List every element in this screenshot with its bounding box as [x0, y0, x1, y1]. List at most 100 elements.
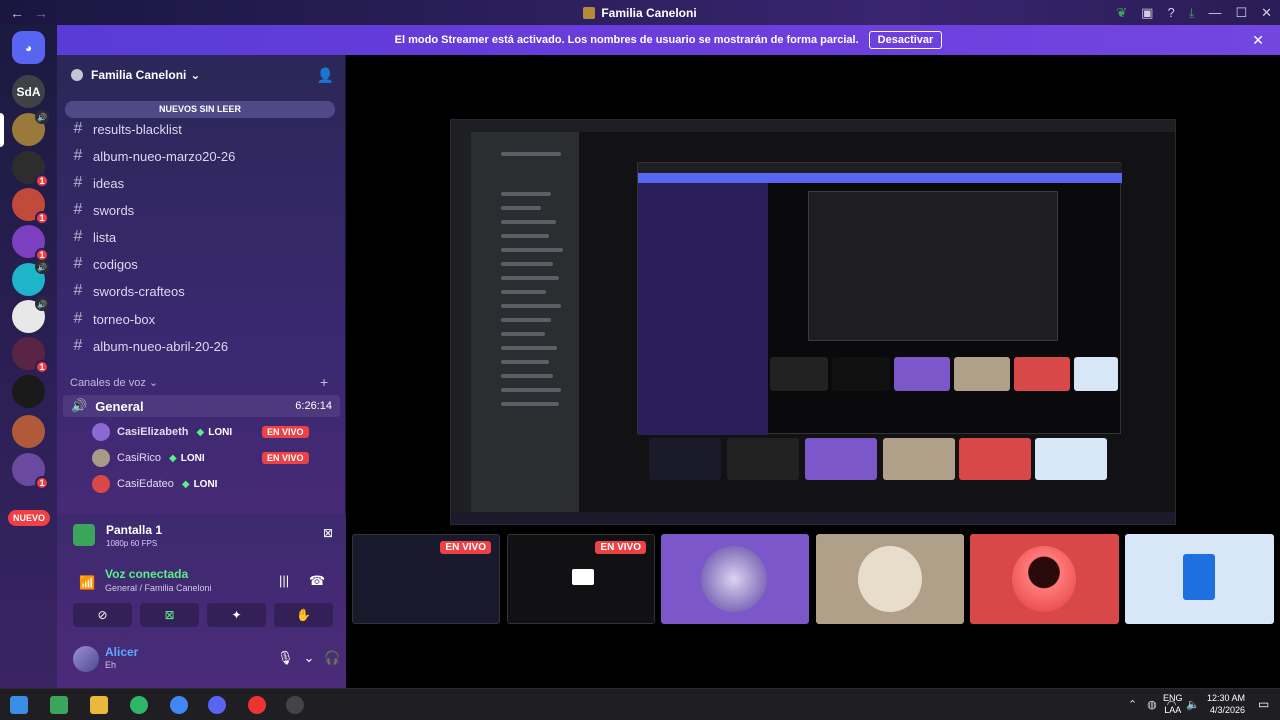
main-stream-view[interactable]	[450, 119, 1176, 525]
nested-titlebar	[451, 120, 1175, 132]
server-2[interactable]: 1	[12, 151, 49, 188]
hash-icon: #	[73, 174, 83, 191]
nested-tile	[1035, 438, 1107, 480]
voice-user-name: CasiRico	[117, 452, 162, 464]
live-badge: EN VIVO	[595, 541, 646, 554]
channel-item[interactable]: # swords-crafteos	[71, 280, 185, 302]
server-7[interactable]: 1	[12, 337, 49, 374]
app-icon[interactable]	[130, 696, 148, 714]
nested-tile	[1074, 357, 1118, 391]
speaker-icon: 🔊	[35, 260, 49, 274]
maximize-icon[interactable]: ☐	[1235, 5, 1247, 21]
banner-close-icon[interactable]: ✕	[1252, 32, 1264, 49]
voice-status[interactable]: Voz conectada	[105, 567, 188, 581]
guild-icon	[71, 69, 83, 81]
channel-item[interactable]: # ideas	[71, 172, 125, 194]
nested-inner-stream	[808, 191, 1058, 341]
screen-share-button[interactable]: ⊠	[140, 603, 199, 627]
opera-icon[interactable]	[248, 696, 266, 714]
voice-user[interactable]: CasiRico ◆ LONI EN VIVO	[92, 447, 332, 469]
server-3[interactable]: 1	[12, 188, 49, 225]
nested-sidebar	[471, 132, 579, 512]
hash-icon: #	[73, 201, 83, 218]
server-5[interactable]: 🔊	[12, 260, 49, 296]
minimize-icon[interactable]: —	[1208, 5, 1221, 20]
nested-tile	[727, 438, 799, 480]
forward-arrow-icon[interactable]: →	[34, 5, 48, 21]
nested-line	[501, 206, 541, 210]
channel-item[interactable]: # album-nueo-marzo20-26	[71, 145, 236, 167]
stop-stream-icon[interactable]: ⊠	[323, 526, 333, 540]
inbox-icon[interactable]: ▣	[1141, 5, 1153, 21]
network-icon[interactable]: ◍	[1147, 698, 1157, 711]
camera-off-button[interactable]: ⊘	[73, 603, 132, 627]
close-window-icon[interactable]: ✕	[1261, 5, 1272, 21]
new-unreads-bar[interactable]: NUEVOS SIN LEER	[65, 101, 335, 118]
voice-category[interactable]: Canales de voz ⌄ +	[70, 374, 328, 390]
guild-header[interactable]: Familia Caneloni ⌄ 👤	[57, 55, 346, 95]
avatar	[858, 546, 922, 612]
leaf-icon[interactable]: ❦	[1116, 5, 1127, 21]
notification-icon[interactable]: ▭	[1258, 697, 1269, 711]
channel-item[interactable]: # album-nueo-abril-20-26	[71, 335, 229, 357]
avatar[interactable]	[73, 646, 99, 672]
voice-user[interactable]: CasiEdateo ◆ LONI	[92, 473, 332, 495]
voice-user-name: CasiEdateo	[117, 478, 174, 490]
nested-tile	[770, 357, 828, 391]
disconnect-icon[interactable]: ☎	[309, 573, 325, 589]
streamer-mode-banner: El modo Streamer está activado. Los nomb…	[57, 25, 1280, 55]
server-sda[interactable]: SdA	[12, 75, 45, 108]
clock[interactable]: 12:30 AM 4/3/2026	[1205, 692, 1245, 716]
discord-taskbar-icon[interactable]	[208, 696, 226, 714]
channel-item[interactable]: # torneo-box	[71, 308, 156, 330]
server-9[interactable]	[12, 415, 45, 448]
new-indicator[interactable]: NUEVO	[8, 510, 50, 526]
add-member-icon[interactable]: 👤	[317, 67, 334, 84]
deactivate-button[interactable]: Desactivar	[868, 31, 943, 49]
participant-tile[interactable]	[1125, 534, 1274, 624]
server-familia-caneloni[interactable]: 🔊	[12, 110, 49, 146]
volume-icon[interactable]: 🔈	[1186, 698, 1200, 711]
add-channel-icon[interactable]: +	[320, 374, 328, 390]
noise-suppression-icon[interactable]: |||	[279, 573, 289, 588]
channel-item[interactable]: # lista	[71, 226, 117, 248]
participant-tile[interactable]	[661, 534, 809, 624]
file-explorer-icon[interactable]	[90, 696, 108, 714]
nested-line	[501, 304, 561, 308]
channel-item[interactable]: # codigos	[71, 253, 138, 275]
microphone-icon[interactable]: 🎙	[277, 650, 294, 666]
participant-tile[interactable]	[816, 534, 964, 624]
discord-home-icon[interactable]: ◕	[12, 31, 45, 64]
server-8[interactable]	[12, 375, 45, 408]
hash-icon: #	[73, 147, 83, 164]
voice-user[interactable]: CasiElizabeth ◆ LONI EN VIVO	[92, 421, 332, 443]
chevron-down-icon[interactable]: ⌄	[304, 650, 315, 666]
stream-tile[interactable]: EN VIVO	[507, 534, 655, 624]
channel-item[interactable]: # swords	[71, 199, 135, 221]
channel-item[interactable]: # results-blacklist	[71, 118, 182, 140]
chevron-up-icon[interactable]: ⌃	[1128, 698, 1137, 711]
help-icon[interactable]: ?	[1167, 5, 1174, 20]
app-icon[interactable]	[50, 696, 68, 714]
server-10[interactable]: 1	[12, 453, 49, 490]
server-4[interactable]: 1	[12, 225, 49, 262]
screen-share-icon	[73, 524, 95, 546]
mention-badge: 1	[35, 476, 49, 490]
start-icon[interactable]	[10, 696, 28, 714]
participant-tile[interactable]	[970, 534, 1119, 624]
stream-tile[interactable]: EN VIVO	[352, 534, 500, 624]
user-name[interactable]: Alicer	[105, 645, 138, 659]
app-icon[interactable]	[286, 696, 304, 714]
soundboard-button[interactable]: ✋	[274, 603, 333, 627]
headphones-icon[interactable]: 🎧	[324, 650, 340, 666]
nested-tile	[954, 357, 1010, 391]
server-6[interactable]: 🔊	[12, 297, 49, 333]
back-arrow-icon[interactable]: ←	[10, 5, 24, 21]
language-indicator[interactable]: ENG LAA	[1163, 692, 1183, 716]
chrome-icon[interactable]	[170, 696, 188, 714]
nested-tile	[894, 357, 950, 391]
voice-channel-general[interactable]: 🔊 General 6:26:14	[63, 395, 340, 417]
download-icon[interactable]: ⤓	[1189, 5, 1195, 21]
activities-button[interactable]: ✦	[207, 603, 266, 627]
avatar	[92, 423, 110, 441]
